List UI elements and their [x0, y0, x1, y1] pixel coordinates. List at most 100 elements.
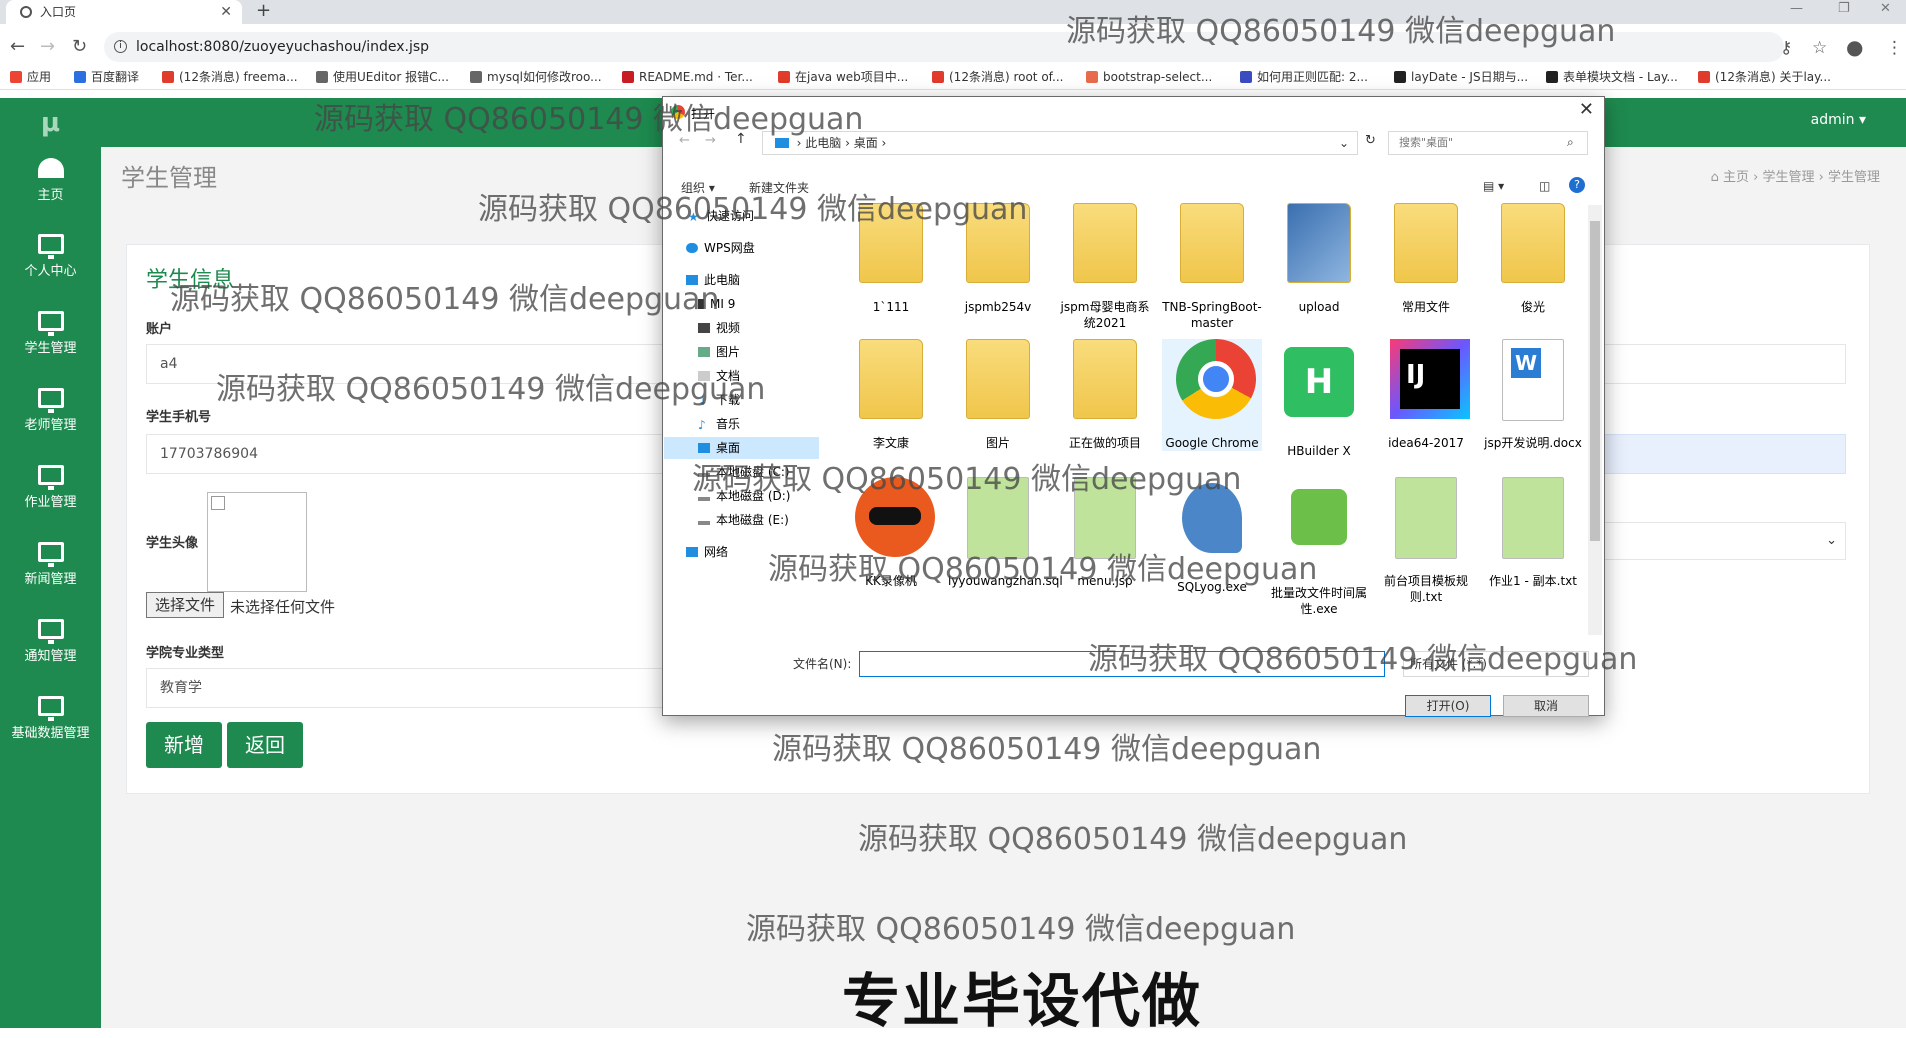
back-icon[interactable]: ← [10, 36, 25, 57]
notepad-file-icon [1395, 477, 1457, 559]
nav-item[interactable]: ♪ 音乐 [664, 413, 819, 435]
open-button[interactable]: 打开(O) [1405, 695, 1491, 717]
nav-item[interactable]: 本地磁盘 (E:) [664, 509, 819, 531]
dialog-search-input[interactable]: 搜索"桌面" [1388, 131, 1588, 155]
forward-icon[interactable]: → [40, 36, 55, 57]
broken-image-icon [211, 496, 225, 510]
sidebar-item-news[interactable]: 新闻管理 [0, 542, 101, 587]
reload-icon[interactable]: ↻ [72, 36, 87, 57]
file-item-hover[interactable]: Google Chrome [1162, 339, 1262, 451]
scrollbar-thumb[interactable] [1590, 221, 1600, 541]
major-label: 学院专业类型 [146, 646, 225, 661]
info-icon[interactable]: i [114, 40, 127, 53]
file-item[interactable]: IJ idea64-2017 [1376, 339, 1476, 451]
watermark: 源码获取 QQ86050149 微信deepguan [768, 552, 1318, 587]
breadcrumb-item[interactable]: 学生管理 [1762, 170, 1814, 185]
close-tab-icon[interactable]: ✕ [220, 0, 232, 24]
file-item[interactable]: 前台项目模板规则.txt [1376, 477, 1476, 605]
sidebar-item-basedata[interactable]: 基础数据管理 [0, 696, 101, 741]
sidebar-item-homework[interactable]: 作业管理 [0, 465, 101, 510]
star-icon[interactable]: ☆ [1812, 38, 1827, 58]
file-item[interactable]: H HBuilder X [1269, 339, 1369, 459]
folder-icon [1073, 339, 1137, 419]
bookmark-icon [1240, 71, 1252, 83]
bookmark-icon [932, 71, 944, 83]
browser-tab[interactable]: 入口页 ✕ [6, 0, 242, 24]
bookmark[interactable]: 表单模块文档 - Lay... [1546, 66, 1678, 88]
major-select[interactable]: 教育学 [146, 668, 686, 708]
file-item[interactable]: 俊光 [1483, 203, 1583, 315]
word-doc-icon: W [1502, 339, 1564, 421]
sidebar-item-home[interactable]: 主页 [0, 158, 101, 203]
watermark: 源码获取 QQ86050149 微信deepguan [314, 102, 864, 137]
file-item[interactable]: Wjsp开发说明.docx [1483, 339, 1583, 451]
monitor-icon [37, 311, 64, 336]
file-item[interactable]: 正在做的项目 [1055, 339, 1155, 451]
bookmark[interactable]: 在java web项目中... [778, 66, 908, 88]
file-status: 未选择任何文件 [230, 598, 336, 616]
select-dropdown[interactable]: ⌄ [1600, 522, 1846, 560]
file-item[interactable]: 图片 [948, 339, 1048, 451]
bookmark[interactable]: (12条消息) freema... [162, 66, 298, 88]
file-item[interactable]: jspm母婴电商系统2021 [1055, 203, 1155, 331]
menu-icon[interactable]: ⋮ [1886, 38, 1903, 58]
path-segment[interactable]: 桌面 [854, 136, 878, 150]
profile-icon[interactable]: ● [1846, 35, 1863, 59]
bookmark[interactable]: 百度翻译 [74, 66, 139, 88]
avatar-label: 学生头像 [146, 536, 199, 551]
bookmark[interactable]: README.md · Ter... [622, 66, 753, 88]
bookmark[interactable]: (12条消息) root of... [932, 66, 1063, 88]
drive-icon [698, 521, 710, 525]
home-icon: ⌂ [1710, 170, 1719, 185]
sidebar-item-teachers[interactable]: 老师管理 [0, 388, 101, 433]
refresh-icon[interactable]: ↻ [1365, 133, 1376, 148]
bookmark[interactable]: 使用UEditor 报错C... [316, 66, 449, 88]
view-icon[interactable]: ▤ ▾ [1483, 179, 1504, 193]
file-item[interactable]: TNB-SpringBoot-master [1162, 203, 1262, 331]
music-icon: ♪ [698, 418, 706, 432]
bookmark[interactable]: bootstrap-select... [1086, 66, 1212, 88]
new-tab-button[interactable]: + [256, 0, 271, 22]
back-button[interactable]: 返回 [227, 722, 303, 768]
sidebar-item-notices[interactable]: 通知管理 [0, 619, 101, 664]
user-menu[interactable]: admin ▾ [1811, 112, 1866, 128]
add-button[interactable]: 新增 [146, 722, 222, 768]
scrollbar[interactable] [1588, 205, 1602, 635]
phone-label: 学生手机号 [146, 410, 212, 425]
breadcrumb: ⌂ 主页 › 学生管理 › 学生管理 [1710, 170, 1880, 185]
help-icon[interactable]: ? [1569, 177, 1585, 193]
file-item[interactable]: 作业1 - 副本.txt [1483, 477, 1583, 589]
bookmark-icon [1698, 71, 1710, 83]
chevron-down-icon[interactable]: ⌄ [1339, 132, 1349, 154]
file-item[interactable]: 常用文件 [1376, 203, 1476, 315]
key-icon[interactable]: ⚷ [1780, 38, 1792, 58]
bookmark[interactable]: (12条消息) 关于lay... [1698, 66, 1831, 88]
close-window-icon[interactable]: ✕ [1880, 0, 1891, 18]
bookmark[interactable]: mysql如何修改roo... [470, 66, 602, 88]
preview-pane-icon[interactable]: ◫ [1539, 179, 1550, 193]
bookmark-apps[interactable]: 应用 [10, 66, 51, 88]
avatar-preview [207, 492, 307, 592]
bookmark[interactable]: 如何用正则匹配: 2... [1240, 66, 1368, 88]
video-icon [698, 323, 710, 333]
choose-file-button[interactable]: 选择文件 [146, 592, 224, 618]
sidebar-item-students[interactable]: 学生管理 [0, 311, 101, 356]
close-icon[interactable]: ✕ [1579, 99, 1594, 120]
nav-item[interactable]: WPS网盘 [664, 237, 819, 259]
cancel-button[interactable]: 取消 [1503, 695, 1589, 717]
page-title: 学生管理 [121, 164, 217, 192]
bookmark[interactable]: layDate - JS日期与... [1394, 66, 1528, 88]
bookmark-icon [162, 71, 174, 83]
path-segment[interactable]: 此电脑 [805, 136, 841, 150]
minimize-icon[interactable]: — [1790, 0, 1803, 18]
bookmark-icon [1394, 71, 1406, 83]
nav-item[interactable]: 图片 [664, 341, 819, 363]
restore-icon[interactable]: ❐ [1838, 0, 1850, 18]
file-item[interactable]: 李文康 [841, 339, 941, 451]
bookmarks-bar: 应用 百度翻译 (12条消息) freema... 使用UEditor 报错C.… [0, 66, 1906, 90]
file-item[interactable]: upload [1269, 203, 1369, 315]
bookmark-icon [316, 71, 328, 83]
breadcrumb-home[interactable]: 主页 [1723, 170, 1749, 185]
nav-item[interactable]: 视频 [664, 317, 819, 339]
sidebar-item-profile[interactable]: 个人中心 [0, 234, 101, 279]
